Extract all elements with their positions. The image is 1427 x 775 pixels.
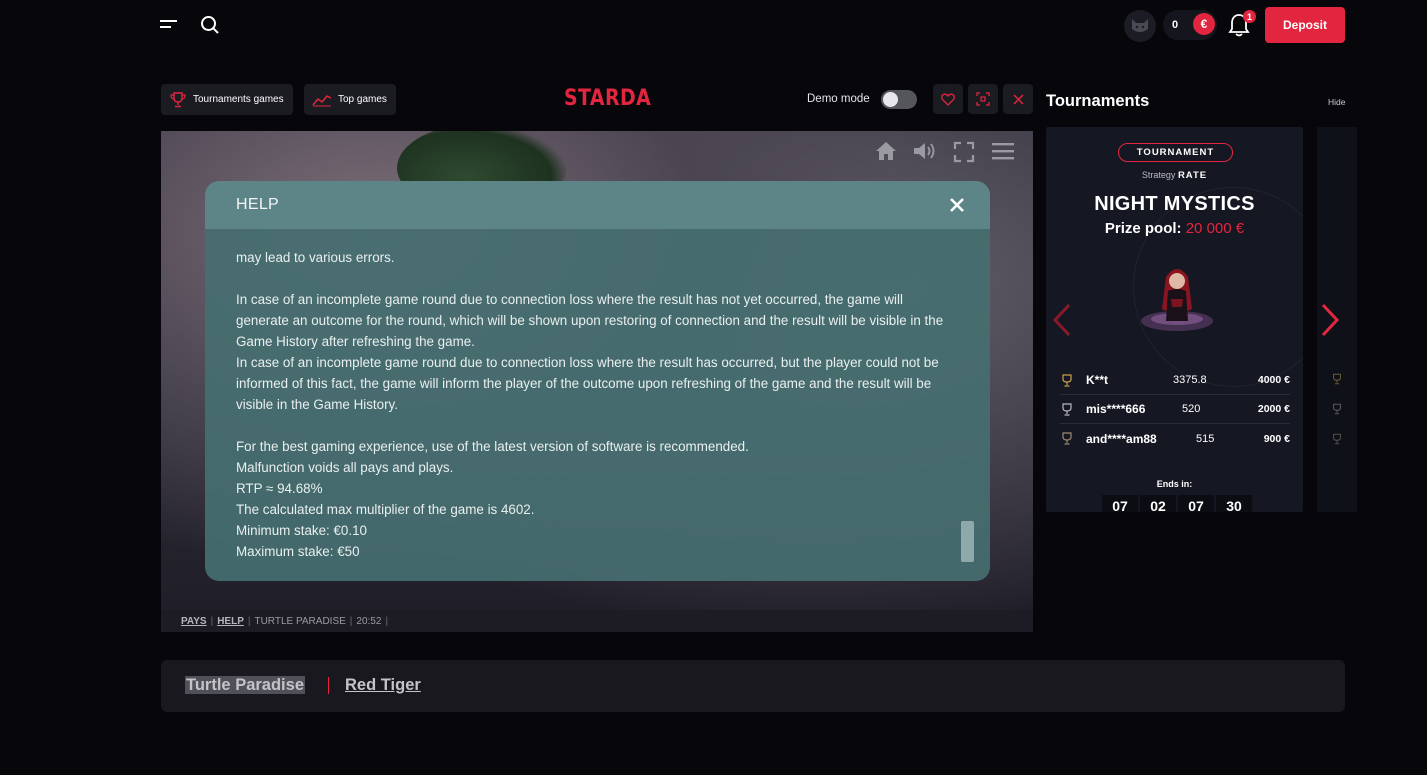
game-info-bar: Turtle Paradise Red Tiger bbox=[161, 660, 1345, 712]
player-prize: 900 € bbox=[1263, 432, 1290, 445]
hide-tournaments-link[interactable]: Hide bbox=[1328, 97, 1345, 107]
settings-menu-icon[interactable] bbox=[991, 141, 1015, 161]
prize-label: Prize pool: bbox=[1104, 220, 1182, 237]
menu-icon[interactable] bbox=[158, 14, 180, 36]
tournaments-title: Tournaments bbox=[1046, 92, 1150, 110]
timer-value: 30 bbox=[1226, 497, 1242, 513]
player-prize: 4000 € bbox=[1257, 374, 1290, 386]
deposit-button[interactable]: Deposit bbox=[1265, 7, 1345, 43]
game-clock: 20:52 bbox=[356, 615, 382, 627]
fullscreen-button[interactable] bbox=[968, 84, 998, 114]
player-score: 515 bbox=[1196, 432, 1215, 445]
tournament-name: NIGHT MYSTICS bbox=[1094, 193, 1255, 215]
game-footer-title: TURTLE PARADISE bbox=[254, 615, 346, 627]
footer-separator: | bbox=[349, 615, 353, 627]
timer-value: 07 bbox=[1188, 497, 1204, 513]
footer-separator: | bbox=[385, 615, 389, 627]
footer-separator: | bbox=[247, 615, 251, 627]
player-prize: 2000 € bbox=[1257, 403, 1290, 415]
help-link[interactable]: HELP bbox=[217, 616, 244, 627]
balance-pill[interactable]: 0 € bbox=[1163, 10, 1217, 40]
ends-in-label: Ends in: bbox=[1156, 479, 1193, 489]
trophy-icon bbox=[1062, 432, 1072, 445]
demo-mode-toggle[interactable] bbox=[881, 90, 917, 109]
close-icon bbox=[1012, 93, 1024, 105]
trophy-icon bbox=[1333, 433, 1341, 445]
top-games-button[interactable]: Top games bbox=[304, 84, 396, 115]
chevron-right-icon[interactable] bbox=[1320, 303, 1340, 337]
help-paragraph: For the best gaming experience, use of t… bbox=[236, 439, 749, 559]
game-name: Turtle Paradise bbox=[185, 676, 305, 694]
strategy-label: Strategy bbox=[1141, 170, 1176, 180]
tournament-badge: TOURNAMENT bbox=[1118, 143, 1233, 162]
trophy-icon bbox=[170, 91, 186, 107]
currency-icon: € bbox=[1193, 13, 1215, 35]
tournament-card[interactable]: TOURNAMENT Strategy RATE NIGHT MYSTICS P… bbox=[1046, 127, 1303, 512]
prize-pool: Prize pool: 20 000 € bbox=[1046, 220, 1303, 237]
trophy-icon bbox=[1062, 402, 1072, 416]
trophy-icon bbox=[1062, 373, 1072, 387]
game-controls bbox=[875, 141, 1015, 163]
timer-cell-days: 07days bbox=[1102, 495, 1138, 512]
leaderboard-row: mis****666 520 2000 € bbox=[1060, 395, 1290, 424]
notification-badge: 1 bbox=[1243, 10, 1256, 23]
timer-cell-hours: 02hours bbox=[1140, 495, 1176, 512]
player-name: and****am88 bbox=[1086, 431, 1157, 446]
home-icon[interactable] bbox=[875, 141, 897, 161]
help-paragraph: In case of an incomplete game round due … bbox=[236, 292, 944, 412]
help-modal-body: may lead to various errors. In case of a… bbox=[236, 247, 948, 562]
chevron-left-icon[interactable] bbox=[1052, 303, 1072, 337]
prize-value: 20 000 € bbox=[1185, 220, 1245, 237]
favorite-button[interactable] bbox=[933, 84, 963, 114]
game-footer: PAYS | HELP | TURTLE PARADISE | 20:52 | bbox=[161, 610, 1033, 632]
help-modal-header: HELP bbox=[205, 181, 990, 229]
heart-icon bbox=[941, 93, 955, 106]
help-paragraph: may lead to various errors. bbox=[236, 250, 395, 265]
search-icon[interactable] bbox=[199, 14, 221, 36]
player-name: K**t bbox=[1086, 373, 1109, 387]
timer-value: 02 bbox=[1150, 497, 1166, 513]
countdown-timer: 07days 02hours 07minutes 30seconds bbox=[1102, 495, 1252, 512]
help-modal-title: HELP bbox=[236, 196, 279, 213]
expand-icon[interactable] bbox=[953, 141, 975, 163]
tournaments-games-label: Tournaments games bbox=[193, 94, 284, 105]
timer-value: 07 bbox=[1112, 497, 1128, 513]
demo-mode-label: Demo mode bbox=[807, 93, 870, 105]
focus-icon bbox=[976, 92, 990, 106]
cat-avatar-icon[interactable] bbox=[1124, 10, 1156, 42]
strategy-line: Strategy RATE bbox=[1046, 170, 1303, 181]
help-modal: HELP may lead to various errors. In case… bbox=[205, 181, 990, 581]
help-scrollbar[interactable] bbox=[961, 521, 974, 562]
player-score: 3375.8 bbox=[1173, 374, 1207, 386]
timer-cell-minutes: 07minutes bbox=[1178, 495, 1214, 512]
strategy-value: RATE bbox=[1177, 170, 1208, 181]
provider-link[interactable]: Red Tiger bbox=[345, 676, 421, 694]
divider bbox=[328, 677, 329, 694]
top-bar: 0 € 1 Deposit bbox=[0, 0, 1427, 50]
brand-logo[interactable]: STARDA bbox=[564, 86, 651, 111]
footer-separator: | bbox=[210, 615, 214, 627]
sound-icon[interactable] bbox=[913, 141, 937, 161]
timer-cell-seconds: 30seconds bbox=[1216, 495, 1252, 512]
leaderboard-row: K**t 3375.8 4000 € bbox=[1060, 366, 1290, 395]
trophy-icon bbox=[1333, 403, 1341, 415]
player-name: mis****666 bbox=[1086, 402, 1146, 416]
close-game-button[interactable] bbox=[1003, 84, 1033, 114]
balance-amount: 0 bbox=[1172, 19, 1179, 31]
leaderboard-row: and****am88 515 900 € bbox=[1060, 424, 1290, 453]
help-close-icon[interactable] bbox=[946, 194, 968, 216]
toggle-knob bbox=[883, 92, 898, 107]
top-games-label: Top games bbox=[338, 94, 387, 105]
trending-icon bbox=[312, 94, 332, 106]
tournaments-games-button[interactable]: Tournaments games bbox=[161, 84, 293, 115]
pays-link[interactable]: PAYS bbox=[181, 616, 207, 627]
tournament-character-image bbox=[1141, 269, 1213, 331]
trophy-icon bbox=[1333, 373, 1341, 385]
player-score: 520 bbox=[1182, 403, 1201, 415]
